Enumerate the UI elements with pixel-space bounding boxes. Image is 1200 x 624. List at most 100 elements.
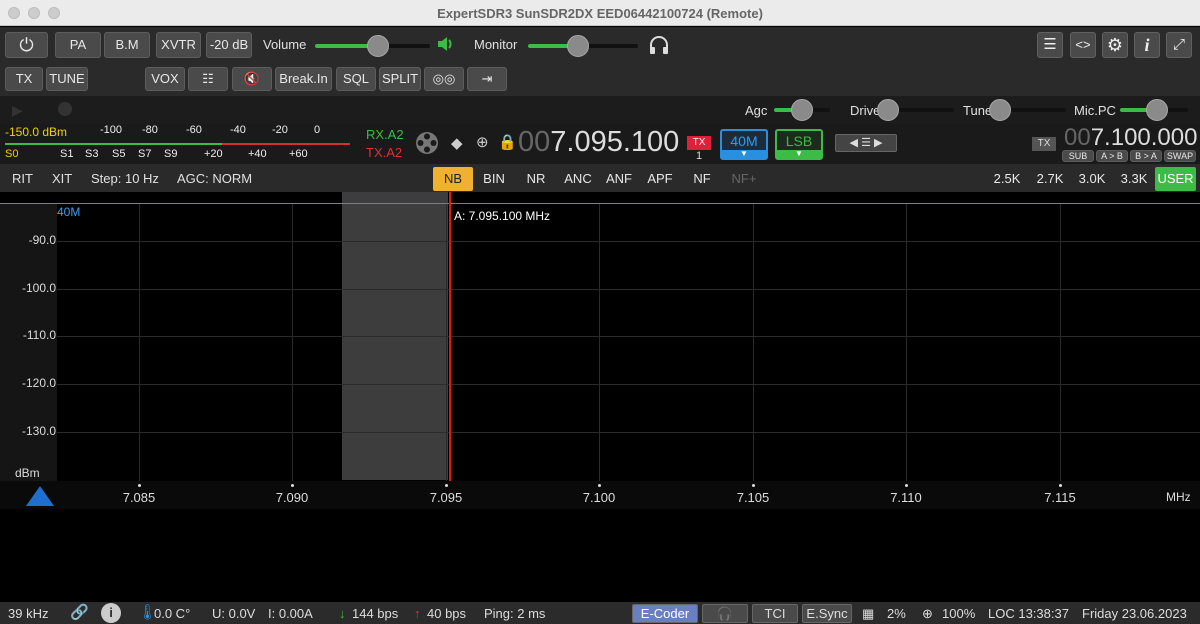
bandwidth-user-button[interactable]: USER xyxy=(1155,167,1196,191)
rit-button[interactable]: RIT xyxy=(12,171,33,186)
record-icon[interactable] xyxy=(58,102,72,116)
spectrum-panel[interactable] xyxy=(0,192,1200,482)
filter-apf-button[interactable]: APF xyxy=(640,167,680,191)
mute-button[interactable]: 🔇 xyxy=(232,67,272,91)
micpc-slider[interactable] xyxy=(1120,99,1188,121)
grid-horizontal-line xyxy=(57,289,1200,290)
prev-arrow-icon[interactable]: ◀ xyxy=(850,137,858,149)
power-button[interactable]: ⏻ xyxy=(5,32,48,58)
window-title: ExpertSDR3 SunSDR2DX EED06442100724 (Rem… xyxy=(437,6,763,21)
headphones-icon[interactable] xyxy=(648,35,670,55)
filter-nr-button[interactable]: NR xyxy=(517,167,555,191)
vfo-a-marker-line[interactable] xyxy=(449,192,451,481)
s-meter-s-tick: S0 xyxy=(5,148,19,160)
grid-vertical-line xyxy=(599,204,600,481)
bandwidth-3-0k-button[interactable]: 3.0K xyxy=(1072,167,1112,191)
next-arrow-icon[interactable]: ▶ xyxy=(874,137,882,149)
rx-antenna[interactable]: RX.A2 xyxy=(366,127,404,142)
x-tick-label: 7.105 xyxy=(736,490,770,505)
esync-button[interactable]: E.Sync xyxy=(802,604,852,623)
memory-list-icon[interactable]: ☰ xyxy=(861,137,871,149)
ecoder-button[interactable]: E-Coder xyxy=(632,604,698,623)
breakin-button[interactable]: Break.In xyxy=(275,67,332,91)
sub-button[interactable]: SUB xyxy=(1062,150,1094,162)
recorder-button[interactable]: ◎◎ xyxy=(424,67,464,91)
b-to-a-button[interactable]: B > A xyxy=(1130,150,1162,162)
xvtr-button[interactable]: XVTR xyxy=(156,32,201,58)
settings-button[interactable]: ⚙ xyxy=(1102,32,1128,58)
headphones-status-button[interactable]: 🎧 xyxy=(702,604,748,623)
micpc-slider-handle[interactable] xyxy=(1146,99,1168,121)
x-tick-label: 7.110 xyxy=(890,490,922,505)
xit-button[interactable]: XIT xyxy=(52,171,72,186)
volume-slider[interactable] xyxy=(315,35,430,57)
drive-slider-handle[interactable] xyxy=(877,99,899,121)
tci-button[interactable]: TCI xyxy=(752,604,798,623)
x-tick-mark xyxy=(445,484,448,487)
bandwidth-2-7k-button[interactable]: 2.7K xyxy=(1030,167,1070,191)
play-icon[interactable]: ▶ xyxy=(12,102,23,119)
eraser-icon[interactable]: ◆ xyxy=(451,134,463,152)
tune-slider[interactable] xyxy=(989,99,1066,121)
filter-nb-button[interactable]: NB xyxy=(433,167,473,191)
tx-antenna[interactable]: TX.A2 xyxy=(366,145,402,160)
step-selector[interactable]: Step: 10 Hz xyxy=(91,171,159,186)
x-tick-label: 7.085 xyxy=(122,490,156,505)
bandwidth-2-5k-button[interactable]: 2.5K xyxy=(987,167,1027,191)
attenuator-button[interactable]: -20 dB xyxy=(206,32,252,58)
monitor-label: Monitor xyxy=(474,37,518,52)
vfo-a-tx-badge[interactable]: TX xyxy=(687,136,711,150)
info-button[interactable]: i xyxy=(1134,32,1160,58)
monitor-slider[interactable] xyxy=(528,35,638,57)
filter-nf-button[interactable]: NF xyxy=(685,167,719,191)
vfo-b-tx-badge[interactable]: TX xyxy=(1032,137,1056,151)
code-button[interactable]: <> xyxy=(1070,32,1096,58)
voltage-readout: U: 0.0V xyxy=(212,606,256,621)
band-label-overlay: 40M xyxy=(57,205,81,219)
info-status-icon[interactable]: i xyxy=(101,603,121,623)
vox-button[interactable]: VOX xyxy=(145,67,185,91)
drive-slider[interactable] xyxy=(877,99,954,121)
link-icon[interactable]: 🔗 xyxy=(70,603,89,621)
eq-button[interactable]: ☷ xyxy=(188,67,228,91)
monitor-slider-handle[interactable] xyxy=(567,35,589,57)
playback-button[interactable]: ⇥ xyxy=(467,67,507,91)
volume-slider-handle[interactable] xyxy=(367,35,389,57)
fullscreen-button[interactable]: ⤢ xyxy=(1166,32,1192,58)
bandwidth-3-3k-button[interactable]: 3.3K xyxy=(1114,167,1154,191)
speaker-icon[interactable] xyxy=(436,35,454,53)
vfo-b-frequency[interactable]: 007.100.000 xyxy=(1064,124,1197,152)
agc-slider[interactable] xyxy=(774,99,830,121)
reel-icon[interactable] xyxy=(414,130,440,156)
sql-button[interactable]: SQL xyxy=(336,67,376,91)
bm-button[interactable]: B.M xyxy=(104,32,150,58)
s-meter-readout: -150.0 dBm xyxy=(5,125,68,139)
vfo-a-frequency[interactable]: 007.095.100 xyxy=(518,126,679,159)
tune-slider-handle[interactable] xyxy=(989,99,1011,121)
s-meter-dbm-tick: -100 xyxy=(100,124,123,136)
menu-list-button[interactable]: ☰ xyxy=(1037,32,1063,58)
zoom-triangle-icon[interactable] xyxy=(25,485,55,507)
mode-selector[interactable]: LSB ▼ xyxy=(775,129,823,160)
a-to-b-button[interactable]: A > B xyxy=(1096,150,1128,162)
swap-button[interactable]: SWAP xyxy=(1164,150,1196,162)
filter-anc-button[interactable]: ANC xyxy=(558,167,598,191)
grid-horizontal-line xyxy=(57,241,1200,242)
agc-slider-handle[interactable] xyxy=(791,99,813,121)
band-selector[interactable]: 40M ▼ xyxy=(720,129,768,160)
vfo-b-frequency-value: 7.100.000 xyxy=(1090,124,1198,151)
waterfall[interactable] xyxy=(0,509,1200,602)
filter-bin-button[interactable]: BIN xyxy=(474,167,514,191)
agc-mode-selector[interactable]: AGC: NORM xyxy=(177,171,252,186)
tune-button[interactable]: TUNE xyxy=(46,67,88,91)
headphones-status-icon: 🎧 xyxy=(716,606,734,621)
memory-nav[interactable]: ◀ ☰ ▶ xyxy=(835,134,897,152)
pa-button[interactable]: PA xyxy=(55,32,101,58)
lock-icon[interactable]: 🔒 xyxy=(498,133,517,151)
filter-nf-plus-button[interactable]: NF+ xyxy=(722,167,766,191)
add-icon[interactable]: ⊕ xyxy=(476,133,489,151)
filter-anf-button[interactable]: ANF xyxy=(599,167,639,191)
split-button[interactable]: SPLIT xyxy=(379,67,421,91)
tx-button[interactable]: TX xyxy=(5,67,43,91)
grid-vertical-line xyxy=(139,204,140,481)
